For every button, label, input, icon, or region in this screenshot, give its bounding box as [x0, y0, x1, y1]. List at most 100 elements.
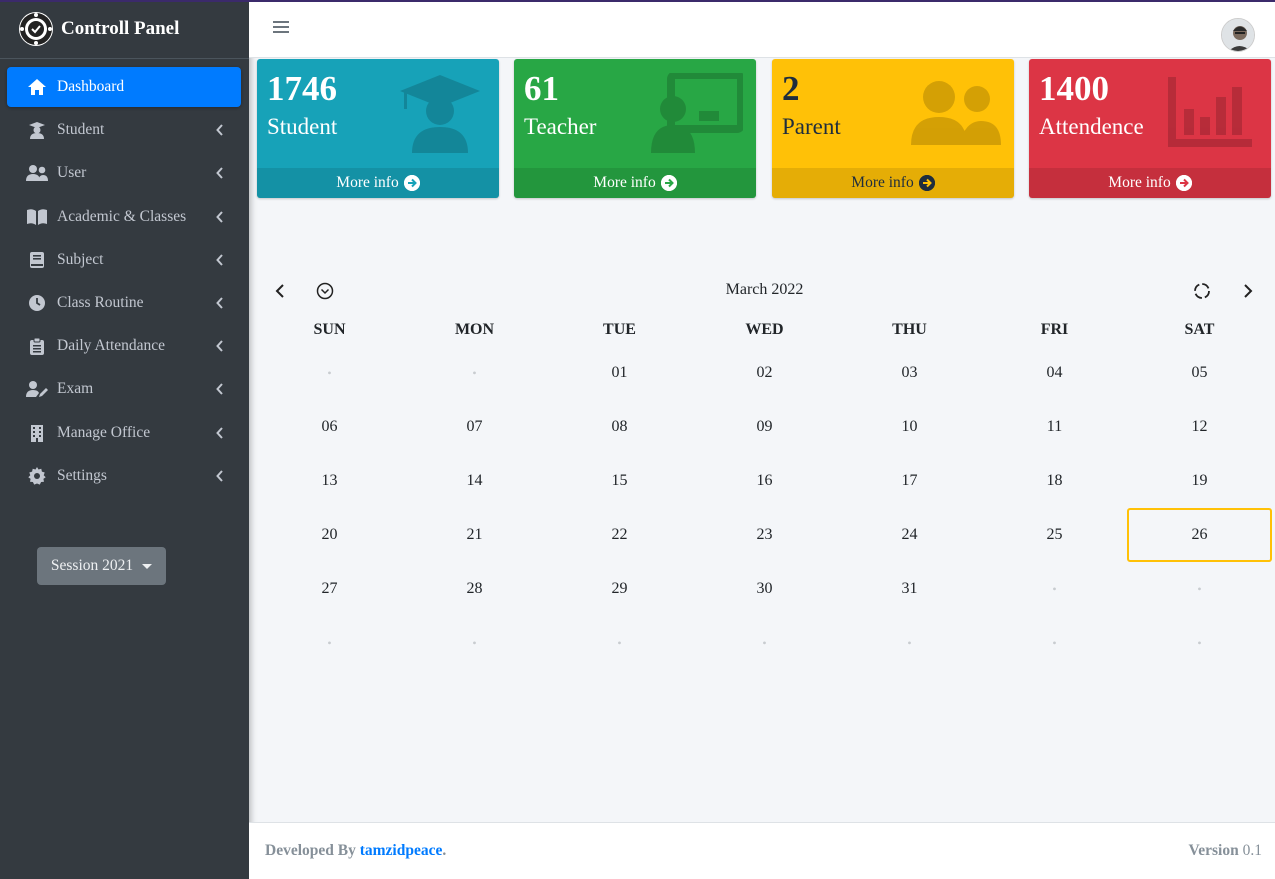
calendar-empty-day: •: [472, 365, 477, 380]
calendar-day[interactable]: 19: [1127, 454, 1272, 508]
calendar-week-row: • • • • • • •: [257, 616, 1272, 670]
sidebar-item-exam[interactable]: Exam: [7, 369, 241, 409]
users-icon: [911, 81, 1001, 145]
sidebar-nav: Dashboard Student User Academic & Classes Su…: [0, 59, 249, 496]
calendar-empty-day: •: [327, 635, 332, 650]
hamburger-menu-icon[interactable]: [273, 21, 289, 35]
logo-icon: [19, 12, 53, 46]
calendar-day[interactable]: 23: [692, 508, 837, 562]
calendar-empty-day: •: [617, 635, 622, 650]
calendar-day[interactable]: 20: [257, 508, 402, 562]
stat-box-attendence: 1400 Attendence More info: [1029, 59, 1271, 198]
session-dropdown[interactable]: Session 2021: [37, 547, 166, 585]
calendar-day[interactable]: 24: [837, 508, 982, 562]
stat-box-parent: 2 Parent More info: [772, 59, 1014, 198]
calendar-day[interactable]: 07: [402, 400, 547, 454]
calendar-day[interactable]: 09: [692, 400, 837, 454]
calendar-day[interactable]: 28: [402, 562, 547, 616]
more-info-label: More info: [851, 174, 914, 191]
more-info-link[interactable]: More info: [514, 168, 756, 198]
calendar-empty-day: •: [1197, 635, 1202, 650]
book-open-icon: [25, 207, 49, 227]
calendar-week-row: 27 28 29 30 31 • •: [257, 562, 1272, 616]
sidebar: Controll Panel Dashboard Student User Acade…: [0, 0, 249, 879]
next-month-button[interactable]: [1236, 279, 1260, 303]
sidebar-item-class-routine[interactable]: Class Routine: [7, 283, 241, 323]
calendar-day[interactable]: 21: [402, 508, 547, 562]
chevron-left-icon: [215, 382, 225, 396]
calendar-day[interactable]: 30: [692, 562, 837, 616]
sidebar-item-dashboard[interactable]: Dashboard: [7, 67, 241, 107]
author-link[interactable]: tamzidpeace: [360, 842, 443, 859]
calendar-day[interactable]: 15: [547, 454, 692, 508]
sidebar-item-label: User: [57, 164, 87, 182]
arrow-circle-right-icon: [403, 175, 420, 191]
user-avatar[interactable]: [1221, 18, 1255, 52]
calendar-day[interactable]: 06: [257, 400, 402, 454]
calendar-day[interactable]: 16: [692, 454, 837, 508]
caret-down-icon: [142, 563, 153, 569]
sidebar-item-student[interactable]: Student: [7, 110, 241, 150]
sidebar-item-manage-office[interactable]: Manage Office: [7, 413, 241, 453]
calendar-empty-day: •: [327, 365, 332, 380]
users-icon: [25, 163, 49, 183]
chevron-left-icon: [215, 210, 225, 224]
calendar-day[interactable]: 03: [837, 346, 982, 400]
more-info-link[interactable]: More info: [257, 168, 499, 198]
today-button[interactable]: [1190, 279, 1214, 303]
calendar-week-row: 06 07 08 09 10 11 12: [257, 400, 1272, 454]
sidebar-item-academic-classes[interactable]: Academic & Classes: [7, 197, 241, 237]
teacher-board-icon: [651, 73, 743, 153]
calendar-grid: SUN MON TUE WED THU FRI SAT • • 01 02 03 04 05 06 07 08 0…: [257, 313, 1272, 670]
chevron-left-icon: [215, 469, 225, 483]
calendar-day[interactable]: 11: [982, 400, 1127, 454]
version-info: Version 0.1: [1189, 842, 1263, 860]
calendar-empty-day: •: [1052, 581, 1057, 596]
sidebar-item-label: Exam: [57, 380, 94, 398]
calendar-empty-day: •: [1052, 635, 1057, 650]
home-icon: [25, 77, 49, 97]
gear-icon: [25, 466, 49, 486]
calendar-day[interactable]: 31: [837, 562, 982, 616]
calendar-day[interactable]: 01: [547, 346, 692, 400]
calendar-day[interactable]: 10: [837, 400, 982, 454]
clipboard-icon: [25, 336, 49, 356]
calendar-week-row: • • 01 02 03 04 05: [257, 346, 1272, 400]
chevron-left-icon: [215, 253, 225, 267]
sidebar-item-label: Academic & Classes: [57, 207, 187, 225]
sidebar-item-subject[interactable]: Subject: [7, 240, 241, 280]
calendar-day[interactable]: 04: [982, 346, 1127, 400]
more-info-link[interactable]: More info: [772, 168, 1014, 198]
calendar-day[interactable]: 08: [547, 400, 692, 454]
graduate-icon: [400, 75, 480, 153]
calendar-day[interactable]: 29: [547, 562, 692, 616]
calendar-day-today[interactable]: 26: [1127, 508, 1272, 562]
period: .: [442, 842, 447, 859]
calendar-day[interactable]: 18: [982, 454, 1127, 508]
sidebar-item-settings[interactable]: Settings: [7, 456, 241, 496]
calendar-day[interactable]: 05: [1127, 346, 1272, 400]
calendar-day[interactable]: 02: [692, 346, 837, 400]
calendar-day[interactable]: 14: [402, 454, 547, 508]
brand[interactable]: Controll Panel: [0, 0, 249, 59]
page-footer: Developed By tamzidpeace. Version 0.1: [249, 822, 1275, 879]
calendar-weekday-row: SUN MON TUE WED THU FRI SAT: [257, 313, 1272, 346]
more-info-link[interactable]: More info: [1029, 168, 1271, 198]
calendar-day[interactable]: 17: [837, 454, 982, 508]
calendar-day[interactable]: 22: [547, 508, 692, 562]
weekday-label: FRI: [1040, 320, 1069, 338]
weekday-label: SUN: [313, 320, 346, 338]
calendar-day[interactable]: 13: [257, 454, 402, 508]
top-navbar: [249, 0, 1275, 58]
sidebar-item-daily-attendance[interactable]: Daily Attendance: [7, 326, 241, 366]
calendar-day[interactable]: 12: [1127, 400, 1272, 454]
calendar-day[interactable]: 27: [257, 562, 402, 616]
calendar-empty-day: •: [472, 635, 477, 650]
chevron-left-icon: [215, 339, 225, 353]
sidebar-item-label: Daily Attendance: [57, 337, 166, 355]
calendar-day[interactable]: 25: [982, 508, 1127, 562]
sidebar-item-label: Dashboard: [57, 78, 125, 95]
developed-by-label: Developed By: [265, 842, 356, 859]
calendar-header: March 2022: [257, 276, 1272, 306]
sidebar-item-user[interactable]: User: [7, 153, 241, 193]
